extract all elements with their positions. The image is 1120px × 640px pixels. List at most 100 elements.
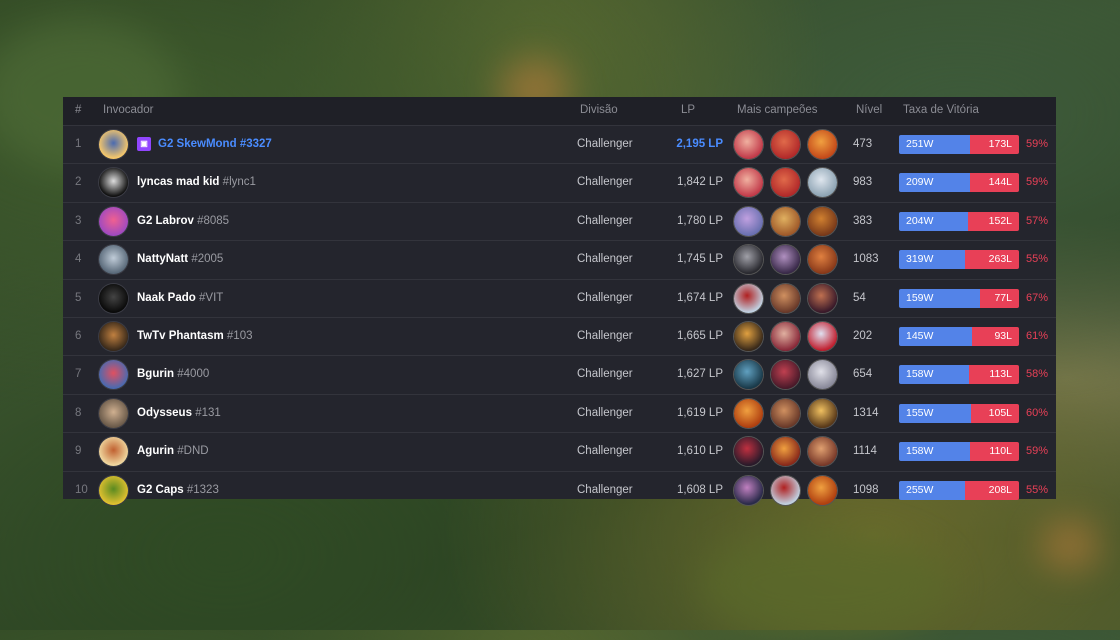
champion-icon[interactable] xyxy=(734,360,763,390)
table-row[interactable]: 9 Agurin #DND Challenger 1,610 LP 1114 1… xyxy=(63,432,1056,470)
losses-count: 263L xyxy=(965,250,1019,270)
summoner-tag: #8085 xyxy=(197,214,230,227)
winrate-bar: 158W 113L xyxy=(899,365,1019,385)
rank-number: 3 xyxy=(75,214,82,227)
champion-icon[interactable] xyxy=(734,475,763,505)
summoner-name[interactable]: lyncas mad kid #lync1 xyxy=(137,176,256,188)
champion-icon[interactable] xyxy=(808,360,837,390)
champion-icon[interactable] xyxy=(771,437,800,467)
winrate-bar: 145W 93L xyxy=(899,326,1019,346)
summoner-level: 1314 xyxy=(853,406,879,419)
champion-icon[interactable] xyxy=(771,360,800,390)
winrate-bar: 255W 208L xyxy=(899,480,1019,500)
winrate-bar: 204W 152L xyxy=(899,211,1019,231)
header-division[interactable]: Divisão xyxy=(580,104,618,116)
summoner-tag: #lync1 xyxy=(222,176,256,189)
summoner-avatar[interactable] xyxy=(99,475,128,505)
champion-icon[interactable] xyxy=(771,168,800,198)
summoner-avatar[interactable] xyxy=(99,398,128,428)
summoner-avatar[interactable] xyxy=(99,245,128,275)
header-winrate[interactable]: Taxa de Vitória xyxy=(903,104,979,116)
summoner-level: 983 xyxy=(853,176,873,189)
summoner-name[interactable]: TwTv Phantasm #103 xyxy=(137,330,253,342)
league-points: 1,745 LP xyxy=(676,253,723,266)
winrate-percent: 59% xyxy=(1026,176,1049,189)
winrate-bar: 159W 77L xyxy=(899,288,1019,308)
champion-icon[interactable] xyxy=(734,321,763,351)
summoner-name[interactable]: G2 Caps #1323 xyxy=(137,484,219,496)
table-row[interactable]: 5 Naak Pado #VIT Challenger 1,674 LP 54 … xyxy=(63,278,1056,317)
league-points: 1,665 LP xyxy=(676,329,723,342)
losses-count: 93L xyxy=(972,326,1019,346)
summoner-avatar[interactable] xyxy=(99,283,128,313)
champion-icon[interactable] xyxy=(734,245,763,275)
table-row[interactable]: 6 TwTv Phantasm #103 Challenger 1,665 LP… xyxy=(63,316,1056,355)
champion-icon[interactable] xyxy=(734,206,763,236)
header-summoner[interactable]: Invocador xyxy=(103,104,154,116)
winrate-bar: 251W 173L xyxy=(899,135,1019,154)
champion-icon[interactable] xyxy=(808,475,837,505)
champion-icon[interactable] xyxy=(808,130,837,159)
losses-count: 152L xyxy=(968,211,1019,231)
champion-icon[interactable] xyxy=(734,437,763,467)
champion-icon[interactable] xyxy=(771,245,800,275)
table-row[interactable]: 1 ▣ G2 SkewMond #3327 Challenger 2,195 L… xyxy=(63,125,1056,163)
wins-count: 159W xyxy=(899,288,980,308)
summoner-avatar[interactable] xyxy=(99,130,128,159)
champion-icon[interactable] xyxy=(771,206,800,236)
champion-icon[interactable] xyxy=(808,398,837,428)
champion-icon[interactable] xyxy=(771,398,800,428)
rank-number: 6 xyxy=(75,329,82,342)
champion-icon[interactable] xyxy=(734,168,763,198)
table-row[interactable]: 4 NattyNatt #2005 Challenger 1,745 LP 10… xyxy=(63,240,1056,278)
table-row[interactable]: 2 lyncas mad kid #lync1 Challenger 1,842… xyxy=(63,163,1056,201)
wins-count: 251W xyxy=(899,135,970,154)
champion-icon[interactable] xyxy=(771,130,800,159)
header-lp[interactable]: LP xyxy=(681,104,695,116)
table-row[interactable]: 7 Bgurin #4000 Challenger 1,627 LP 654 1… xyxy=(63,355,1056,393)
table-row[interactable]: 10 G2 Caps #1323 Challenger 1,608 LP 109… xyxy=(63,470,1056,509)
losses-count: 113L xyxy=(969,365,1019,385)
summoner-name[interactable]: Agurin #DND xyxy=(137,445,209,457)
champion-icon[interactable] xyxy=(771,475,800,505)
losses-count: 173L xyxy=(970,135,1019,154)
summoner-tag: #3327 xyxy=(239,138,272,150)
champion-icon[interactable] xyxy=(808,206,837,236)
table-row[interactable]: 3 G2 Labrov #8085 Challenger 1,780 LP 38… xyxy=(63,201,1056,240)
champion-icon[interactable] xyxy=(734,283,763,313)
summoner-level: 383 xyxy=(853,214,873,227)
table-row[interactable]: 8 Odysseus #131 Challenger 1,619 LP 1314… xyxy=(63,393,1056,432)
champion-icon[interactable] xyxy=(734,398,763,428)
winrate-bar: 155W 105L xyxy=(899,403,1019,423)
champion-icon[interactable] xyxy=(808,245,837,275)
summoner-avatar[interactable] xyxy=(99,360,128,390)
champion-icon[interactable] xyxy=(808,437,837,467)
header-level[interactable]: Nível xyxy=(856,104,882,116)
summoner-name[interactable]: G2 SkewMond #3327 xyxy=(158,138,272,150)
summoner-avatar[interactable] xyxy=(99,321,128,351)
winrate-percent: 67% xyxy=(1026,291,1049,304)
summoner-name[interactable]: G2 Labrov #8085 xyxy=(137,215,229,227)
champion-icon[interactable] xyxy=(808,321,837,351)
summoner-name[interactable]: Naak Pado #VIT xyxy=(137,292,223,304)
summoner-name[interactable]: NattyNatt #2005 xyxy=(137,253,223,265)
summoner-avatar[interactable] xyxy=(99,437,128,467)
losses-count: 77L xyxy=(980,288,1019,308)
twitch-icon[interactable]: ▣ xyxy=(137,137,151,151)
winrate-bar: 209W 144L xyxy=(899,173,1019,193)
champion-icon[interactable] xyxy=(734,130,763,159)
summoner-name[interactable]: Odysseus #131 xyxy=(137,407,221,419)
summoner-avatar[interactable] xyxy=(99,168,128,198)
division: Challenger xyxy=(577,253,633,266)
summoner-name[interactable]: Bgurin #4000 xyxy=(137,368,209,380)
summoner-tag: #131 xyxy=(195,406,221,419)
champion-icon[interactable] xyxy=(771,321,800,351)
league-points: 1,610 LP xyxy=(676,445,723,458)
division: Challenger xyxy=(577,329,633,342)
summoner-avatar[interactable] xyxy=(99,206,128,236)
champion-icon[interactable] xyxy=(808,283,837,313)
champion-icon[interactable] xyxy=(771,283,800,313)
champion-icon[interactable] xyxy=(808,168,837,198)
winrate-percent: 57% xyxy=(1026,214,1049,227)
rank-number: 1 xyxy=(75,138,82,150)
